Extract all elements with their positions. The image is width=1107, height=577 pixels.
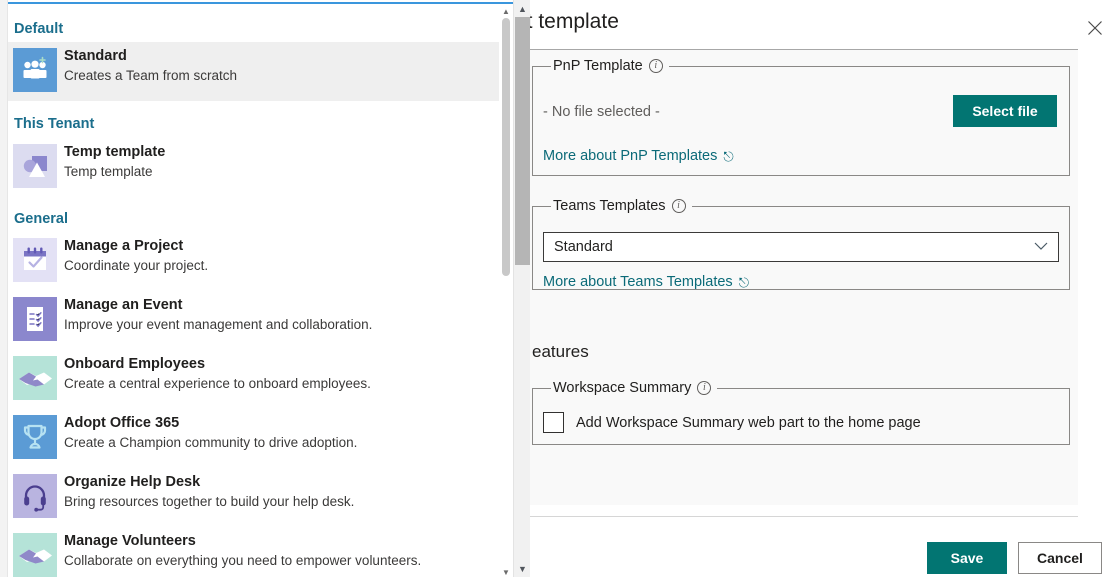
- workspace-summary-checkbox[interactable]: [543, 412, 564, 433]
- dialog-footer: Save Cancel: [520, 516, 1102, 577]
- template-item-text: Manage a Project Coordinate your project.: [64, 236, 208, 276]
- dialog-content: PnP Template - No file selected - Select…: [520, 50, 1078, 505]
- scroll-up-arrow-icon[interactable]: ▲: [514, 0, 531, 17]
- template-item-text: Standard Creates a Team from scratch: [64, 46, 237, 86]
- template-list-item[interactable]: Manage an Event Improve your event manage…: [0, 291, 513, 350]
- template-item-title: Manage Volunteers: [64, 533, 196, 549]
- pnp-template-group: PnP Template - No file selected - Select…: [532, 58, 1070, 176]
- template-group-header: Default: [14, 21, 64, 37]
- template-item-description: Creates a Team from scratch: [64, 68, 238, 83]
- teams-templates-legend: Teams Templates: [551, 198, 692, 214]
- template-list: Default Standard Creates a Team from scrat…: [0, 4, 513, 577]
- template-item-text: Manage an Event Improve your event manage…: [64, 295, 372, 335]
- checklist-icon: [13, 297, 57, 341]
- workspace-summary-checkbox-label: Add Workspace Summary web part to the ho…: [576, 414, 921, 431]
- handshake-icon: [13, 533, 57, 577]
- template-item-text: Onboard Employees Create a central experi…: [64, 354, 371, 394]
- template-list-item[interactable]: Organize Help Desk Bring resources togeth…: [0, 468, 513, 527]
- workspace-summary-checkbox-row[interactable]: Add Workspace Summary web part to the ho…: [543, 412, 921, 433]
- template-list-scrollbar[interactable]: ▲ ▼: [499, 4, 513, 577]
- template-item-title: Manage a Project: [64, 238, 184, 254]
- template-list-item[interactable]: Standard Creates a Team from scratch: [0, 42, 513, 101]
- features-heading: eatures: [532, 342, 589, 361]
- workspace-summary-legend-label: Workspace Summary: [553, 380, 692, 396]
- template-item-title: Temp template: [64, 144, 166, 160]
- more-about-pnp-templates-link[interactable]: More about PnP Templates ⎋: [543, 148, 734, 164]
- template-item-description: Collaborate on everything you need to em…: [64, 553, 422, 568]
- teams-people-icon: [13, 48, 57, 92]
- cancel-button[interactable]: Cancel: [1018, 542, 1102, 574]
- info-icon[interactable]: [671, 199, 686, 213]
- info-icon[interactable]: [648, 59, 663, 73]
- teams-legend-label: Teams Templates: [553, 198, 666, 214]
- template-item-title: Standard: [64, 48, 127, 64]
- chevron-down-icon: [1034, 239, 1048, 255]
- shapes-image-icon: [13, 144, 57, 188]
- template-item-title: Manage an Event: [64, 297, 183, 313]
- template-item-description: Coordinate your project.: [64, 258, 209, 273]
- template-item-title: Onboard Employees: [64, 356, 206, 372]
- teams-template-select[interactable]: Standard: [543, 232, 1059, 262]
- pnp-selected-file-text: - No file selected -: [543, 104, 660, 120]
- template-group-header: General: [14, 211, 68, 227]
- external-link-icon: ⎋: [738, 274, 749, 290]
- template-item-description: Bring resources together to build your h…: [64, 494, 355, 509]
- calendar-check-icon: [13, 238, 57, 282]
- page-background-sliver: [0, 0, 8, 577]
- headset-icon: [13, 474, 57, 518]
- template-item-description: Improve your event management and collab…: [64, 317, 373, 332]
- dialog-title: it template: [522, 10, 619, 33]
- info-icon[interactable]: [697, 381, 712, 395]
- template-list-item[interactable]: Adopt Office 365 Create a Champion commun…: [0, 409, 513, 468]
- select-file-button[interactable]: Select file: [953, 95, 1057, 127]
- dialog-header: it template: [520, 8, 1078, 50]
- pnp-more-label: More about PnP Templates: [543, 148, 718, 164]
- template-item-text: Manage Volunteers Collaborate on everythi…: [64, 531, 421, 571]
- template-group-header: This Tenant: [14, 116, 95, 132]
- save-button[interactable]: Save: [927, 542, 1007, 574]
- template-item-description: Temp template: [64, 164, 153, 179]
- teams-more-label: More about Teams Templates: [543, 274, 733, 290]
- trophy-icon: [13, 415, 57, 459]
- template-list-scrollbar-thumb[interactable]: [502, 18, 510, 276]
- scroll-up-arrow-icon[interactable]: ▲: [499, 4, 513, 18]
- template-item-text: Adopt Office 365 Create a Champion commun…: [64, 413, 357, 453]
- template-item-title: Organize Help Desk: [64, 474, 201, 490]
- dialog-scrollbar-thumb[interactable]: [515, 17, 530, 265]
- more-about-teams-templates-link[interactable]: More about Teams Templates ⎋: [543, 274, 749, 290]
- template-list-item[interactable]: Manage Volunteers Collaborate on everythi…: [0, 527, 513, 577]
- template-item-text: Temp template Temp template: [64, 142, 165, 182]
- template-list-item[interactable]: Onboard Employees Create a central experi…: [0, 350, 513, 409]
- template-item-title: Adopt Office 365: [64, 415, 180, 431]
- teams-templates-group: Teams Templates Standard More about Team…: [532, 198, 1070, 290]
- template-item-description: Create a central experience to onboard e…: [64, 376, 371, 391]
- external-link-icon: ⎋: [723, 148, 734, 164]
- handshake-icon: [13, 356, 57, 400]
- template-item-description: Create a Champion community to drive ado…: [64, 435, 358, 450]
- template-picker-flyout: Default Standard Creates a Team from scrat…: [0, 2, 513, 577]
- template-item-text: Organize Help Desk Bring resources togeth…: [64, 472, 354, 512]
- scroll-down-arrow-icon[interactable]: ▼: [499, 565, 513, 577]
- pnp-legend-label: PnP Template: [553, 58, 643, 74]
- screen: it template PnP Template - No file selec…: [0, 0, 1107, 577]
- workspace-summary-legend: Workspace Summary: [551, 380, 717, 396]
- teams-template-selected-value: Standard: [554, 239, 613, 255]
- workspace-summary-group: Workspace Summary Add Workspace Summary …: [532, 380, 1070, 445]
- close-icon[interactable]: [1083, 16, 1107, 40]
- dialog-vertical-scrollbar[interactable]: ▲ ▼: [513, 0, 530, 577]
- template-list-item[interactable]: Manage a Project Coordinate your project.: [0, 232, 513, 291]
- pnp-template-legend: PnP Template: [551, 58, 669, 74]
- template-list-item[interactable]: Temp template Temp template: [0, 138, 513, 197]
- scroll-down-arrow-icon[interactable]: ▼: [514, 560, 531, 577]
